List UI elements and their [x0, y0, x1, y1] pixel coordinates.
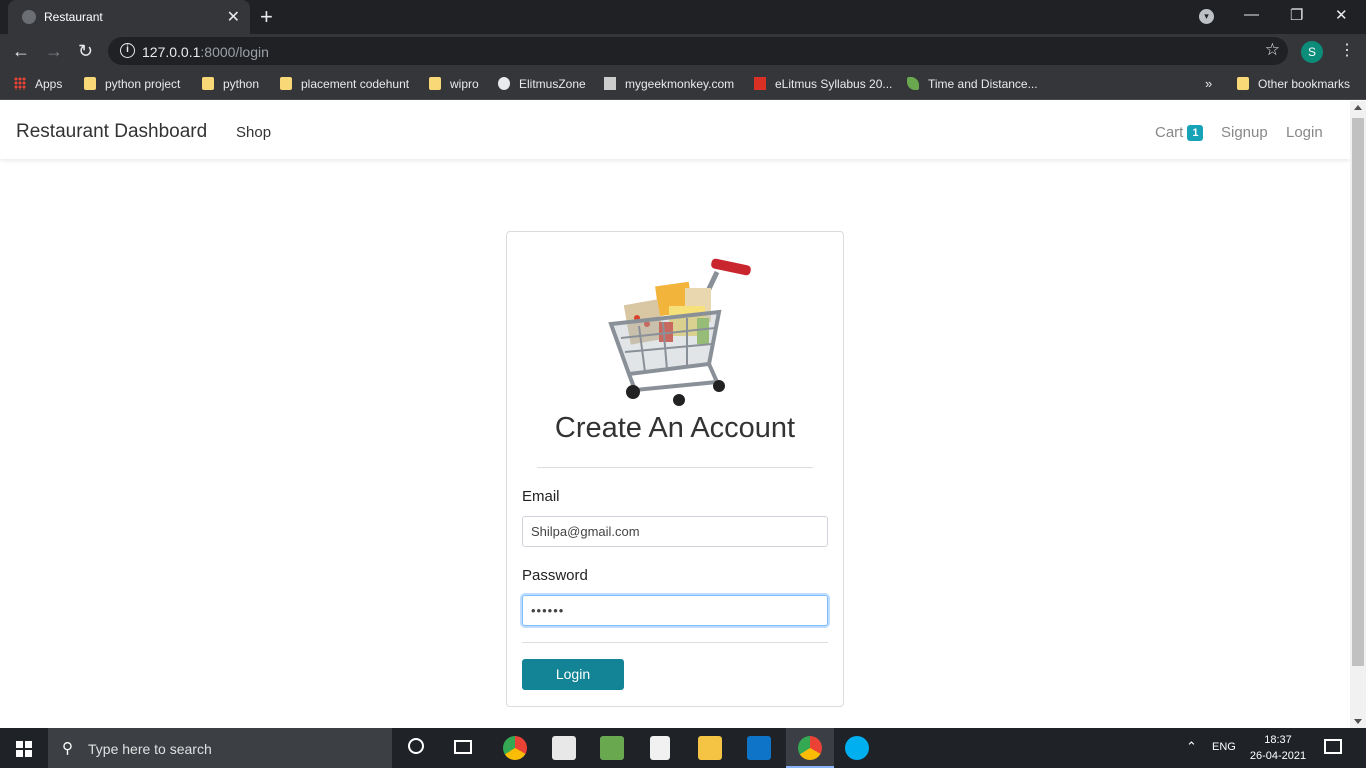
page-scrollbar[interactable] — [1350, 101, 1366, 728]
close-window-icon[interactable]: ✕ — [1335, 6, 1348, 24]
bookmark-python-project[interactable]: python project — [84, 77, 180, 91]
shopping-cart-image — [608, 258, 751, 406]
bookmark-other[interactable]: Other bookmarks — [1237, 77, 1350, 91]
password-label: Password — [522, 567, 588, 584]
login-button[interactable]: Login — [522, 659, 624, 690]
nav-login-link[interactable]: Login — [1286, 124, 1323, 141]
nav-cart-link[interactable]: Cart 1 — [1155, 124, 1204, 141]
clock-time: 18:37 — [1264, 734, 1292, 746]
vscode-icon[interactable] — [747, 736, 771, 760]
windows-start-icon[interactable] — [16, 741, 32, 757]
tab-search-icon[interactable]: ▾ — [1199, 9, 1214, 24]
search-placeholder: Type here to search — [88, 741, 212, 757]
more-bookmarks-icon[interactable]: » — [1205, 76, 1212, 91]
file-explorer-icon[interactable] — [698, 736, 722, 760]
new-tab-icon[interactable]: + — [260, 4, 273, 30]
bookmark-star-icon[interactable]: ☆ — [1265, 40, 1280, 60]
bookmark-wipro[interactable]: wipro — [429, 77, 479, 91]
folder-icon — [280, 77, 292, 90]
search-icon: ⚲ — [62, 740, 73, 757]
notification-icon[interactable] — [1324, 739, 1342, 754]
clock-date: 26-04-2021 — [1249, 750, 1307, 762]
forward-icon[interactable]: → — [45, 41, 63, 62]
profile-avatar[interactable]: S — [1301, 41, 1323, 63]
folder-icon — [84, 77, 96, 90]
reload-icon[interactable]: ↻ — [78, 41, 93, 62]
minimize-icon[interactable]: — — [1244, 6, 1259, 23]
scroll-up-icon[interactable] — [1354, 105, 1362, 110]
language-indicator[interactable]: ENG — [1212, 741, 1236, 753]
form-title: Create An Account — [554, 412, 796, 444]
site-icon — [754, 77, 766, 90]
folder-icon — [429, 77, 441, 90]
chrome-profile-active-tab[interactable] — [786, 728, 834, 768]
browser-tab[interactable]: Restaurant ✕ — [8, 0, 250, 34]
notepad-icon[interactable] — [650, 736, 670, 760]
bookmark-apps[interactable]: Apps — [14, 77, 62, 91]
system-clock[interactable]: 18:37 26-04-2021 — [1248, 732, 1308, 764]
nav-shop-link[interactable]: Shop — [236, 124, 271, 141]
bookmark-elitmuszone[interactable]: ElitmusZone — [498, 77, 586, 91]
site-icon — [907, 77, 919, 90]
cart-count-badge: 1 — [1187, 125, 1204, 141]
bookmark-python[interactable]: python — [202, 77, 259, 91]
browser-tab-strip: Restaurant ✕ + ▾ — ❐ ✕ — [0, 0, 1366, 34]
back-icon[interactable]: ← — [12, 41, 30, 62]
web-page: Restaurant Dashboard Shop Cart 1 Signup L… — [0, 101, 1350, 728]
tab-title: Restaurant — [44, 10, 103, 24]
folder-icon — [202, 77, 214, 90]
password-field[interactable]: •••••• — [522, 595, 828, 626]
chrome-profile-icon — [798, 736, 822, 760]
email-label: Email — [522, 488, 560, 505]
scrollbar-thumb[interactable] — [1352, 118, 1364, 666]
email-field[interactable]: Shilpa@gmail.com — [522, 516, 828, 547]
close-tab-icon[interactable]: ✕ — [227, 7, 240, 27]
form-divider — [522, 642, 828, 643]
bookmark-time-distance[interactable]: Time and Distance... — [907, 77, 1038, 91]
nav-signup-link[interactable]: Signup — [1221, 124, 1268, 141]
task-view-icon[interactable] — [454, 740, 472, 754]
skype-icon[interactable] — [845, 736, 869, 760]
sheets-icon[interactable] — [600, 736, 624, 760]
browser-toolbar: ← → ↻ i 127.0.0.1:8000/login ☆ — [0, 34, 1366, 68]
taskbar-search-box[interactable]: ⚲ Type here to search — [48, 728, 392, 768]
info-icon[interactable]: i — [120, 43, 135, 58]
title-divider — [537, 467, 813, 468]
windows-taskbar: ⚲ Type here to search ⌃ ENG 18:37 26-04-… — [0, 728, 1366, 768]
bookmark-placement-codehunt[interactable]: placement codehunt — [280, 77, 409, 91]
address-bar[interactable]: i 127.0.0.1:8000/login ☆ — [108, 37, 1288, 65]
store-icon[interactable] — [552, 736, 576, 760]
globe-favicon-icon — [22, 10, 36, 24]
apps-grid-icon — [14, 77, 26, 90]
scroll-down-icon[interactable] — [1354, 719, 1362, 724]
bookmark-mygeekmonkey[interactable]: mygeekmonkey.com — [604, 77, 734, 91]
tray-overflow-icon[interactable]: ⌃ — [1186, 739, 1197, 755]
folder-icon — [1237, 77, 1249, 90]
restore-icon[interactable]: ❐ — [1290, 6, 1303, 24]
brand-link[interactable]: Restaurant Dashboard — [16, 121, 207, 143]
cortana-icon[interactable] — [408, 738, 424, 754]
globe-icon — [498, 77, 510, 90]
browser-menu-icon[interactable]: ⋮ — [1339, 40, 1355, 60]
login-card: Create An Account Email Shilpa@gmail.com… — [506, 231, 844, 707]
site-icon — [604, 77, 616, 90]
bookmarks-bar: Apps python project python placement cod… — [0, 68, 1366, 100]
url-text[interactable]: 127.0.0.1:8000/login — [142, 44, 269, 60]
bookmark-elitmus-syllabus[interactable]: eLitmus Syllabus 20... — [754, 77, 892, 91]
site-navbar: Restaurant Dashboard Shop Cart 1 Signup L… — [0, 101, 1350, 159]
chrome-icon[interactable] — [503, 736, 527, 760]
